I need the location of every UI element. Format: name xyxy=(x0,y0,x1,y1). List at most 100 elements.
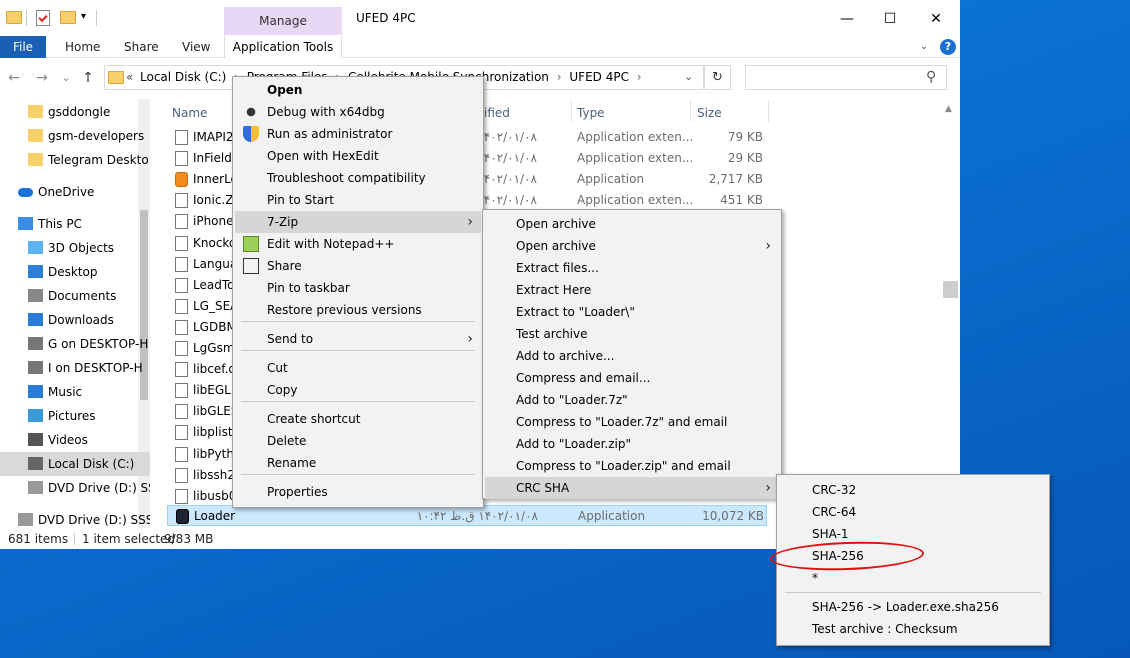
file-row[interactable]: Loader ۱۴۰۲/۰۱/۰۸ ق.ظ ۱۰:۴۲ Application 10,… xyxy=(167,505,767,526)
menu-separator xyxy=(241,474,475,475)
sidebar-item[interactable]: I on DESKTOP-H xyxy=(0,356,150,380)
tab-share[interactable]: Share xyxy=(124,36,159,58)
quick-access-dropdown-icon[interactable]: ▾ xyxy=(81,11,86,22)
menu-item-pin-to-taskbar[interactable]: Pin to taskbar xyxy=(235,277,481,299)
zip-menu-item[interactable]: Open archive xyxy=(485,213,779,235)
sidebar-item[interactable]: gsddongle xyxy=(0,100,150,124)
address-overflow[interactable]: « xyxy=(126,70,133,84)
zip-menu-item[interactable]: Add to "Loader.7z" xyxy=(485,389,779,411)
sidebar-item[interactable]: Documents xyxy=(0,284,150,308)
sidebar-item[interactable]: Downloads xyxy=(0,308,150,332)
menu-item-open[interactable]: Open xyxy=(235,79,481,101)
sidebar-item[interactable]: Pictures xyxy=(0,404,150,428)
sidebar-item[interactable]: Local Disk (C:) xyxy=(0,452,150,476)
breadcrumb-separator-icon[interactable]: › xyxy=(637,70,642,84)
scroll-up-icon[interactable]: ▲ xyxy=(945,104,952,114)
menu-item-delete[interactable]: Delete xyxy=(235,430,481,452)
column-header-size[interactable]: Size xyxy=(697,106,722,120)
file-list-scrollbar-thumb[interactable] xyxy=(943,281,958,298)
forward-arrow-icon[interactable]: → xyxy=(34,70,50,86)
dvd-drive-icon xyxy=(18,513,33,526)
menu-item-troubleshoot-compatibility[interactable]: Troubleshoot compatibility xyxy=(235,167,481,189)
address-dropdown-icon[interactable]: ⌄ xyxy=(684,70,693,83)
breadcrumb-item[interactable]: UFED 4PC xyxy=(569,70,629,84)
menu-item-pin-to-start[interactable]: Pin to Start xyxy=(235,189,481,211)
pc-icon xyxy=(18,217,33,230)
back-arrow-icon[interactable]: ← xyxy=(6,70,22,86)
file-icon xyxy=(175,362,188,378)
menu-item-share[interactable]: Share xyxy=(235,255,481,277)
file-tab[interactable]: File xyxy=(0,36,46,58)
menu-item-7-zip[interactable]: 7-Zip › xyxy=(235,211,481,233)
breadcrumb-item[interactable]: Local Disk (C:) xyxy=(140,70,226,84)
menu-item-create-shortcut[interactable]: Create shortcut xyxy=(235,408,481,430)
sidebar-item[interactable]: Music xyxy=(0,380,150,404)
sidebar-item[interactable]: Videos xyxy=(0,428,150,452)
menu-item-cut[interactable]: Cut xyxy=(235,357,481,379)
menu-item-rename[interactable]: Rename xyxy=(235,452,481,474)
zip-menu-item[interactable]: Extract to "Loader\" xyxy=(485,301,779,323)
menu-item-open-with-hexedit[interactable]: Open with HexEdit xyxy=(235,145,481,167)
menu-item-properties[interactable]: Properties xyxy=(235,481,481,503)
search-input[interactable] xyxy=(745,65,947,90)
sidebar-item[interactable]: Desktop xyxy=(0,260,150,284)
zip-menu-item[interactable]: CRC SHA › xyxy=(485,477,779,499)
crc-menu-item[interactable]: Test archive : Checksum xyxy=(779,618,1047,640)
help-icon[interactable]: ? xyxy=(940,39,956,55)
menu-item-restore-previous-versions[interactable]: Restore previous versions xyxy=(235,299,481,321)
menu-item-label: Extract Here xyxy=(516,283,592,297)
onedrive-icon xyxy=(18,188,33,197)
ribbon-expand-icon[interactable]: ⌄ xyxy=(920,41,928,52)
column-header-date-modified[interactable]: ified xyxy=(484,106,510,120)
crc-menu-item[interactable]: CRC-32 xyxy=(779,479,1047,501)
crc-menu-item[interactable]: CRC-64 xyxy=(779,501,1047,523)
tab-view[interactable]: View xyxy=(182,36,210,58)
menu-item-run-as-administrator[interactable]: Run as administrator xyxy=(235,123,481,145)
up-arrow-icon[interactable]: ↑ xyxy=(80,70,96,86)
divider xyxy=(26,10,27,26)
sidebar-item[interactable]: Telegram Deskto xyxy=(0,148,150,172)
zip-menu-item[interactable]: Compress to "Loader.zip" and email xyxy=(485,455,779,477)
zip-menu-item[interactable]: Extract Here xyxy=(485,279,779,301)
sidebar-item[interactable]: gsm-developers xyxy=(0,124,150,148)
refresh-button[interactable]: ↻ xyxy=(704,65,731,90)
minimize-button[interactable]: — xyxy=(824,8,870,30)
menu-item-copy[interactable]: Copy xyxy=(235,379,481,401)
sidebar-item[interactable]: 3D Objects xyxy=(0,236,150,260)
sidebar-item[interactable]: OneDrive xyxy=(0,180,150,204)
zip-menu-item[interactable]: Add to archive... xyxy=(485,345,779,367)
zip-menu-item[interactable]: Test archive xyxy=(485,323,779,345)
column-header-type[interactable]: Type xyxy=(577,106,605,120)
column-header-name[interactable]: Name xyxy=(172,106,207,120)
menu-item-debug-with-x64dbg[interactable]: Debug with x64dbg xyxy=(235,101,481,123)
menu-item-send-to[interactable]: Send to › xyxy=(235,328,481,350)
breadcrumb-separator-icon[interactable]: › xyxy=(557,70,562,84)
zip-menu-item[interactable]: Open archive › xyxy=(485,235,779,257)
recent-dropdown-icon[interactable]: ⌄ xyxy=(58,70,74,86)
zip-menu-item[interactable]: Add to "Loader.zip" xyxy=(485,433,779,455)
crc-menu-item[interactable]: * xyxy=(779,567,1047,589)
crc-menu-item[interactable]: SHA-256 -> Loader.exe.sha256 xyxy=(779,596,1047,618)
file-date: ۱۴۰۲/۰۱/۰۸ ق.ظ ۱۰:۴۲ xyxy=(416,509,538,523)
file-list-scrollbar[interactable] xyxy=(942,100,959,528)
file-name: LGDBM xyxy=(193,319,237,334)
close-button[interactable]: ✕ xyxy=(913,8,959,30)
maximize-button[interactable]: ☐ xyxy=(867,8,913,30)
sidebar-item[interactable]: DVD Drive (D:) SSS xyxy=(0,508,150,532)
sidebar-item[interactable]: G on DESKTOP-H xyxy=(0,332,150,356)
sidebar-item[interactable]: This PC xyxy=(0,212,150,236)
crc-menu-item[interactable]: SHA-1 xyxy=(779,523,1047,545)
manage-tab[interactable]: Manage xyxy=(224,7,342,35)
zip-menu-item[interactable]: Compress to "Loader.7z" and email xyxy=(485,411,779,433)
search-icon[interactable]: ⚲ xyxy=(926,69,936,85)
properties-icon[interactable] xyxy=(36,10,50,26)
new-folder-icon[interactable] xyxy=(60,11,76,24)
tab-application-tools[interactable]: Application Tools xyxy=(224,36,342,58)
sidebar-item[interactable]: DVD Drive (D:) SS xyxy=(0,476,150,500)
zip-menu-item[interactable]: Extract files... xyxy=(485,257,779,279)
tab-home[interactable]: Home xyxy=(65,36,100,58)
file-name: Loader xyxy=(194,509,236,523)
zip-menu-item[interactable]: Compress and email... xyxy=(485,367,779,389)
share-icon xyxy=(243,258,259,274)
menu-item-edit-with-notepad[interactable]: Edit with Notepad++ xyxy=(235,233,481,255)
